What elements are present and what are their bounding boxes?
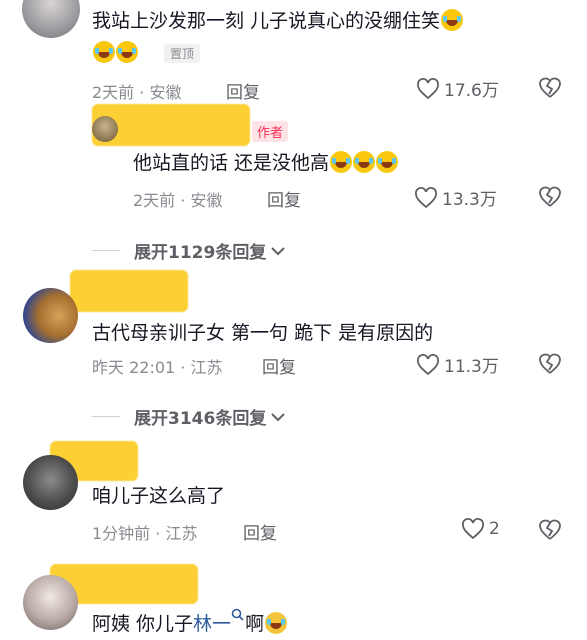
reply-button[interactable]: 回复 [243, 519, 277, 544]
crying-emoji [265, 612, 288, 634]
comment-text: 我站上沙发那一刻 儿子说真心的没绷住笑 [92, 9, 464, 33]
expand-replies-button[interactable]: 展开1129条回复 [92, 238, 287, 263]
reply-button[interactable]: 回复 [262, 353, 296, 378]
comment-text: 古代母亲训子女 第一句 跪下 是有原因的 [92, 322, 434, 344]
comment-meta: 1分钟前 · 江苏 [92, 524, 198, 543]
redacted-username [70, 270, 188, 312]
emoji-row [92, 41, 138, 63]
comment-text-content: 他站直的话 还是没他高 [133, 152, 330, 174]
expand-replies-button[interactable]: 展开3146条回复 [92, 404, 287, 429]
comment-meta: 2天前 · 安徽 [92, 83, 182, 102]
comment-text: 咱儿子这么高了 [92, 485, 226, 507]
chevron-down-icon [271, 246, 286, 255]
like-button[interactable]: 2 [461, 518, 500, 540]
expand-replies-label: 展开1129条回复 [134, 243, 267, 263]
crying-laugh-emoji [441, 9, 464, 31]
pinned-badge: 置顶 [164, 44, 201, 63]
broken-heart-icon[interactable] [537, 351, 563, 375]
heart-icon [415, 186, 437, 208]
divider-line [92, 250, 120, 251]
like-count: 13.3万 [442, 190, 497, 210]
crying-laugh-emoji [330, 151, 353, 173]
chevron-down-icon [271, 412, 286, 421]
broken-heart-icon[interactable] [537, 184, 563, 208]
comment-text-content: 我站上沙发那一刻 儿子说真心的没绷住笑 [92, 10, 441, 32]
comment-text-content: 阿姨 你儿子 [92, 613, 194, 635]
like-button[interactable]: 17.6万 [416, 76, 499, 101]
avatar[interactable] [23, 288, 78, 343]
comment-text: 阿姨 你儿子林一啊 [92, 608, 288, 636]
comment-text-content: 啊 [245, 613, 265, 635]
crying-laugh-emoji [353, 151, 376, 173]
avatar[interactable] [92, 116, 118, 142]
like-count: 17.6万 [444, 81, 499, 101]
avatar[interactable] [23, 455, 78, 510]
avatar[interactable] [22, 0, 80, 38]
comment-meta: 2天前 · 安徽 [133, 191, 223, 210]
avatar[interactable] [23, 575, 78, 630]
reply-button[interactable]: 回复 [226, 78, 260, 103]
like-count: 2 [489, 519, 500, 539]
expand-replies-label: 展开3146条回复 [134, 409, 267, 429]
user-mention-link[interactable]: 林一 [193, 613, 231, 635]
crying-laugh-emoji [376, 151, 399, 173]
like-button[interactable]: 11.3万 [416, 352, 499, 377]
search-icon[interactable] [231, 608, 245, 622]
like-count: 11.3万 [444, 357, 499, 377]
reply-button[interactable]: 回复 [267, 186, 301, 211]
author-badge: 作者 [252, 121, 289, 142]
like-button[interactable]: 13.3万 [414, 185, 497, 210]
divider-line [92, 416, 120, 417]
broken-heart-icon[interactable] [537, 75, 563, 99]
comment-text: 他站直的话 还是没他高 [133, 151, 399, 175]
crying-laugh-emoji [116, 41, 138, 63]
comment-meta: 昨天 22:01 · 江苏 [92, 358, 223, 377]
heart-icon [417, 77, 439, 99]
heart-icon [462, 518, 484, 540]
crying-laugh-emoji [93, 41, 115, 63]
heart-icon [417, 353, 439, 375]
broken-heart-icon[interactable] [537, 517, 563, 541]
